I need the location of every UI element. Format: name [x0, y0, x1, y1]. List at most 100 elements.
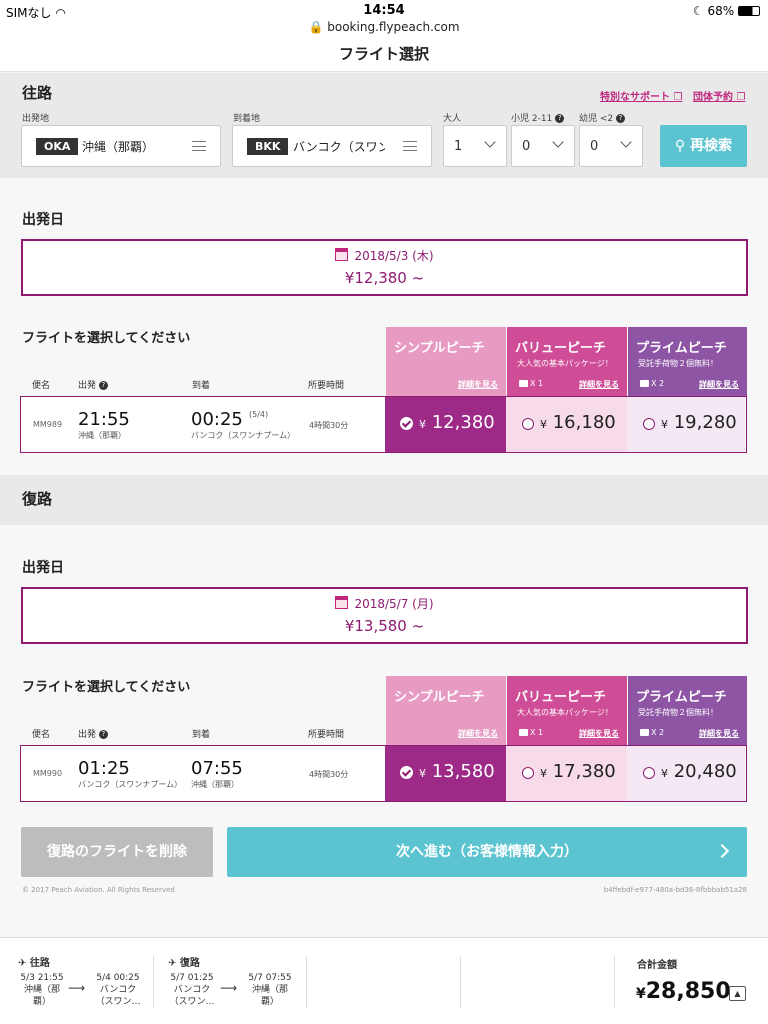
- dep-place: バンコク（スワンナプーム）: [78, 780, 183, 789]
- outbound-lowest-price: ¥12,380 ~: [344, 269, 425, 287]
- total-label: 合計金額: [637, 960, 677, 971]
- next-button[interactable]: 次へ進む（お客様情報入力）: [227, 827, 747, 877]
- origin-city: 沖縄（那覇）: [82, 140, 155, 154]
- arr-place: 沖縄（那覇）: [191, 780, 239, 789]
- radio-button: [522, 767, 534, 779]
- battery-icon: [738, 6, 760, 16]
- chevron-right-icon: [714, 843, 730, 859]
- help-icon[interactable]: ?: [98, 381, 108, 390]
- summary-return-label: 復路: [179, 958, 200, 969]
- plane-icon: ✈: [18, 958, 27, 969]
- calendar-icon: [335, 248, 349, 261]
- url-bar[interactable]: 🔒 booking.flypeach.com: [0, 20, 768, 38]
- fare-price: 16,180: [552, 412, 616, 433]
- simple-fare-option[interactable]: ¥ 12,380: [385, 397, 506, 452]
- adult-select[interactable]: 1: [443, 125, 507, 167]
- moon-icon: ☾: [692, 4, 704, 18]
- luggage-icon: [519, 729, 528, 736]
- summary-outbound-label: 往路: [29, 958, 50, 969]
- summary-ret-dep-place: バンコク: [173, 985, 211, 995]
- duration: 4時間30分: [309, 770, 349, 779]
- arrow-right-icon: ⟶: [68, 981, 86, 995]
- check-icon: [400, 417, 413, 430]
- url-text: booking.flypeach.com: [327, 20, 460, 34]
- value-detail-link[interactable]: 詳細を見る: [579, 728, 619, 739]
- luggage-icon: [519, 380, 528, 387]
- destination-select[interactable]: BKK バンコク（スワンナ: [232, 125, 432, 167]
- destination-label: 到着地: [233, 114, 261, 124]
- luggage-icon: [640, 729, 649, 736]
- arr-time: 00:25: [191, 409, 243, 430]
- simple-detail-link[interactable]: 詳細を見る: [458, 379, 498, 390]
- menu-icon: [403, 141, 417, 151]
- adult-label: 大人: [443, 114, 462, 124]
- arr-place: バンコク（スワンナプーム）: [191, 431, 296, 440]
- booking-summary-bar: ✈ 往路 5/3 21:55 沖縄（那 覇） ⟶ 5/4 00:25 バンコク …: [0, 937, 768, 1024]
- return-select-title: フライトを選択してください: [22, 680, 191, 695]
- return-lowest-price: ¥13,580 ~: [344, 617, 425, 635]
- summary-ret-arr-place: 沖縄（那: [251, 985, 288, 995]
- outbound-select-title: フライトを選択してください: [22, 331, 191, 346]
- summary-out-dep-place: 沖縄（那: [23, 985, 60, 995]
- col-flight-no: 便名: [32, 381, 51, 391]
- prime-fare-option[interactable]: ¥ 20,480: [627, 746, 745, 801]
- copyright: © 2017 Peach Aviation. All Rights Reserv…: [22, 886, 177, 894]
- col-flight-no: 便名: [32, 730, 51, 740]
- special-support-link[interactable]: 特別なサポート ❐: [600, 88, 682, 103]
- return-date-selector[interactable]: 2018/5/7 (月) ¥13,580 ~: [21, 587, 748, 644]
- summary-ret-arr-dt: 5/7 07:55: [248, 973, 292, 983]
- help-icon[interactable]: ?: [555, 114, 565, 123]
- battery-percent: 68%: [707, 4, 735, 18]
- radio-button: [643, 767, 655, 779]
- divider: [153, 956, 154, 1008]
- summary-out-arr-place: バンコク: [99, 985, 137, 995]
- child-select[interactable]: 0: [511, 125, 575, 167]
- summary-out-arr-dt: 5/4 00:25: [96, 973, 140, 983]
- simple-detail-link[interactable]: 詳細を見る: [458, 728, 498, 739]
- clock: 14:54: [363, 3, 405, 18]
- chevron-down-icon: [552, 136, 564, 148]
- outbound-date-selector[interactable]: 2018/5/3 (木) ¥12,380 ~: [21, 239, 748, 296]
- status-bar: SIMなし ◠ 14:54 ☾ 68%: [0, 0, 768, 22]
- chevron-down-icon: [620, 136, 632, 148]
- delete-return-button[interactable]: 復路のフライトを削除: [21, 827, 213, 877]
- destination-city: バンコク（スワンナ: [293, 140, 385, 154]
- child-value: 0: [522, 139, 531, 154]
- col-arrive: 到着: [192, 381, 211, 391]
- value-detail-link[interactable]: 詳細を見る: [579, 379, 619, 390]
- origin-label: 出発地: [22, 114, 50, 124]
- prime-detail-link[interactable]: 詳細を見る: [699, 379, 739, 390]
- value-fare-option[interactable]: ¥ 16,180: [506, 397, 627, 452]
- dep-place: 沖縄（那覇）: [78, 431, 126, 440]
- prime-fare-option[interactable]: ¥ 19,280: [627, 397, 745, 452]
- external-link-icon: ❐: [673, 92, 683, 103]
- flight-number: MM989: [33, 420, 63, 429]
- value-fare-option[interactable]: ¥ 17,380: [506, 746, 627, 801]
- group-booking-link[interactable]: 団体予約 ❐: [693, 88, 745, 103]
- fare-price: 17,380: [552, 761, 616, 782]
- col-duration: 所要時間: [308, 730, 345, 740]
- child-label: 小児 2-11: [511, 114, 553, 124]
- fare-price: 19,280: [673, 412, 737, 433]
- col-arrive: 到着: [192, 730, 211, 740]
- fare-price: 13,580: [431, 761, 495, 782]
- help-icon[interactable]: ?: [98, 730, 108, 739]
- lock-icon: 🔒: [308, 20, 324, 34]
- destination-code: BKK: [247, 138, 289, 155]
- expand-toggle-icon[interactable]: ▲: [729, 986, 746, 1001]
- research-button[interactable]: ⚲ 再検索: [660, 125, 747, 167]
- infant-select[interactable]: 0: [579, 125, 643, 167]
- luggage-icon: [640, 380, 649, 387]
- flight-number: MM990: [33, 769, 63, 778]
- help-icon[interactable]: ?: [616, 114, 626, 123]
- simple-fare-option[interactable]: ¥ 13,580: [385, 746, 506, 801]
- prime-detail-link[interactable]: 詳細を見る: [699, 728, 739, 739]
- return-section-header: [0, 475, 768, 525]
- calendar-icon: [335, 596, 349, 609]
- origin-select[interactable]: OKA 沖縄（那覇）: [21, 125, 221, 167]
- arr-time: 07:55: [191, 758, 243, 779]
- prime-peach-header: プライムピーチ 受託手荷物２個無料！ X 2 詳細を見る: [628, 327, 747, 398]
- infant-label: 幼児 <2: [579, 114, 614, 124]
- arr-date-note: (5/4): [249, 410, 269, 419]
- outbound-date: 2018/5/3 (木): [354, 249, 434, 263]
